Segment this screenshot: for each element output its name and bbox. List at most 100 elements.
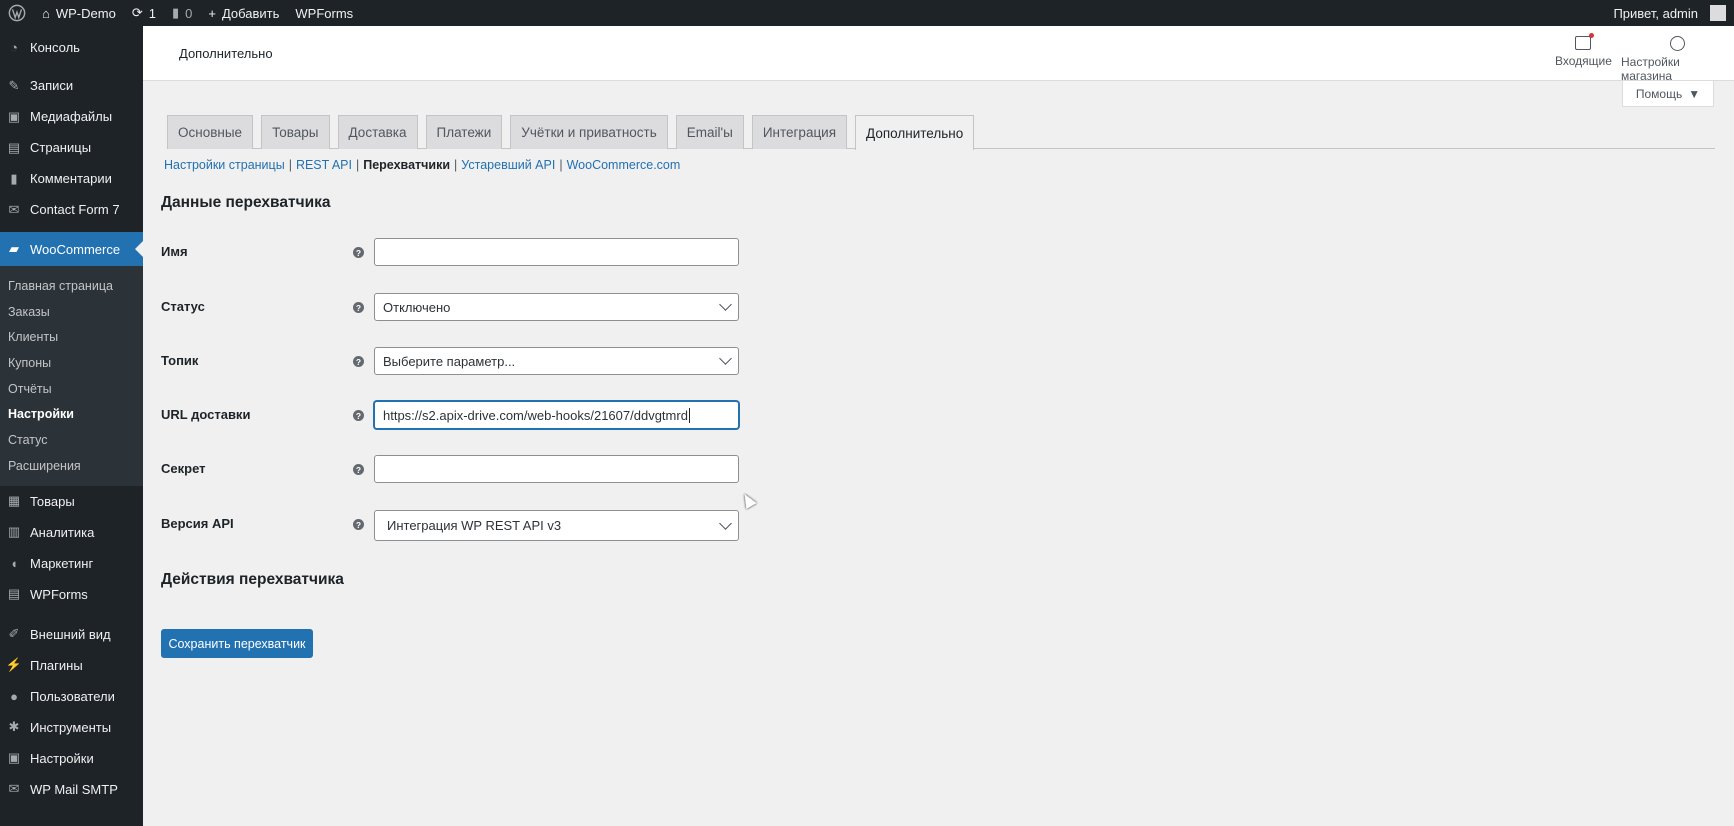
menu-item-settings[interactable]: ▣ Настройки bbox=[0, 743, 143, 774]
menu-item-analytics[interactable]: ▥ Аналитика bbox=[0, 517, 143, 548]
name-input[interactable] bbox=[374, 238, 739, 266]
actions-title: Действия перехватчика bbox=[161, 571, 344, 588]
link-page-settings[interactable]: Настройки страницы bbox=[164, 158, 285, 172]
menu-item-media[interactable]: ▣ Медиафайлы bbox=[0, 101, 143, 132]
section-title: Данные перехватчика bbox=[161, 194, 331, 211]
submenu-settings[interactable]: Настройки bbox=[0, 401, 143, 427]
menu-item-dashboard[interactable]: ◔ Консоль bbox=[0, 32, 143, 63]
settings-tabs: Основные Товары Доставка Платежи Учётки … bbox=[167, 115, 1715, 150]
link-webhooks[interactable]: Перехватчики bbox=[363, 158, 450, 172]
analytics-icon: ▥ bbox=[7, 524, 21, 539]
menu-item-tools[interactable]: ✱ Инструменты bbox=[0, 712, 143, 743]
tab-products[interactable]: Товары bbox=[261, 115, 330, 149]
menu-label: Contact Form 7 bbox=[30, 202, 120, 217]
help-tip-icon[interactable]: ? bbox=[353, 247, 364, 258]
updates-link[interactable]: ⟳ 1 bbox=[124, 0, 164, 26]
api-version-select[interactable]: Интеграция WP REST API v3 bbox=[374, 510, 739, 541]
tab-emails[interactable]: Email'ы bbox=[675, 115, 744, 149]
menu-item-wp-mail-smtp[interactable]: ✉ WP Mail SMTP bbox=[0, 774, 143, 805]
menu-label: Пользователи bbox=[30, 688, 115, 704]
wordpress-logo-icon[interactable] bbox=[0, 0, 34, 26]
inbox-button[interactable]: Входящие bbox=[1555, 33, 1612, 68]
comments-count: 0 bbox=[185, 5, 193, 21]
submenu-coupons[interactable]: Купоны bbox=[0, 350, 143, 376]
status-select[interactable]: Отключено bbox=[374, 293, 739, 321]
menu-item-pages[interactable]: ▤ Страницы bbox=[0, 132, 143, 163]
admin-bar: ⌂ WP-Demo ⟳ 1 ▮ 0 + Добавить WPForms При… bbox=[0, 0, 1734, 26]
delivery-url-input[interactable]: https://s2.apix-drive.com/web-hooks/2160… bbox=[374, 401, 739, 429]
notification-dot bbox=[1589, 33, 1595, 38]
page-title: Дополнительно bbox=[179, 46, 273, 61]
submenu-reports[interactable]: Отчёты bbox=[0, 376, 143, 402]
submenu-home[interactable]: Главная страница bbox=[0, 273, 143, 299]
topic-selected-value: Выберите параметр... bbox=[383, 353, 516, 369]
dashboard-icon: ◔ bbox=[10, 40, 18, 55]
menu-label: Консоль bbox=[30, 40, 80, 55]
greeting: Привет, admin bbox=[1613, 5, 1698, 21]
menu-item-marketing[interactable]: ◖ Маркетинг bbox=[0, 548, 143, 579]
submenu-orders[interactable]: Заказы bbox=[0, 299, 143, 325]
add-new-link[interactable]: + Добавить bbox=[200, 0, 287, 26]
help-tip-icon[interactable]: ? bbox=[353, 519, 364, 530]
refresh-icon: ⟳ bbox=[131, 5, 143, 20]
menu-item-users[interactable]: ● Пользователи bbox=[0, 681, 143, 712]
status-selected-value: Отключено bbox=[383, 299, 451, 315]
menu-item-wpforms[interactable]: ▤ WPForms bbox=[0, 579, 143, 610]
tab-shipping[interactable]: Доставка bbox=[337, 115, 418, 149]
tab-payments[interactable]: Платежи bbox=[425, 115, 503, 149]
help-tip-icon[interactable]: ? bbox=[353, 356, 364, 367]
menu-item-products[interactable]: ▦ Товары bbox=[0, 486, 143, 517]
mouse-cursor-icon bbox=[739, 490, 757, 510]
tab-general[interactable]: Основные bbox=[167, 115, 254, 149]
store-settings-label: Настройки магазина bbox=[1621, 55, 1680, 83]
media-icon: ▣ bbox=[7, 108, 21, 124]
home-icon: ⌂ bbox=[42, 5, 50, 21]
help-tip-icon[interactable]: ? bbox=[353, 302, 364, 313]
comments-link[interactable]: ▮ 0 bbox=[164, 0, 200, 26]
save-webhook-button[interactable]: Сохранить перехватчик bbox=[161, 629, 313, 658]
menu-label: Товары bbox=[30, 493, 75, 509]
products-icon: ▦ bbox=[7, 493, 21, 508]
menu-item-comments[interactable]: ▮ Комментарии bbox=[0, 163, 143, 194]
link-woocommerce-com[interactable]: WooCommerce.com bbox=[567, 158, 681, 172]
store-settings-button[interactable]: Настройки магазина bbox=[1621, 36, 1734, 83]
link-rest-api[interactable]: REST API bbox=[296, 158, 352, 172]
submenu-customers[interactable]: Клиенты bbox=[0, 324, 143, 350]
tab-advanced[interactable]: Дополнительно bbox=[855, 115, 975, 150]
inbox-icon bbox=[1575, 33, 1595, 50]
menu-label: Настройки bbox=[30, 750, 94, 766]
tab-accounts-privacy[interactable]: Учётки и приватность bbox=[510, 115, 668, 149]
api-version-selected-value: Интеграция WP REST API v3 bbox=[387, 518, 562, 533]
avatar bbox=[1710, 5, 1726, 21]
wpforms-link[interactable]: WPForms bbox=[287, 0, 361, 26]
topic-select[interactable]: Выберите параметр... bbox=[374, 347, 739, 375]
site-name-link[interactable]: ⌂ WP-Demo bbox=[34, 0, 124, 26]
menu-item-contact-form[interactable]: ✉ Contact Form 7 bbox=[0, 194, 143, 225]
woocommerce-submenu: Главная страница Заказы Клиенты Купоны О… bbox=[0, 266, 143, 486]
help-tip-icon[interactable]: ? bbox=[353, 410, 364, 421]
megaphone-icon: ◖ bbox=[10, 555, 18, 571]
help-tip-icon[interactable]: ? bbox=[353, 464, 364, 475]
submenu-status[interactable]: Статус bbox=[0, 427, 143, 453]
pin-icon: ✎ bbox=[8, 77, 20, 93]
menu-label: Внешний вид bbox=[30, 626, 111, 642]
topic-label: Топик bbox=[161, 353, 199, 368]
secret-input[interactable] bbox=[374, 455, 739, 483]
submenu-extensions[interactable]: Расширения bbox=[0, 453, 143, 479]
users-icon: ● bbox=[10, 688, 18, 704]
menu-item-appearance[interactable]: ✐ Внешний вид bbox=[0, 619, 143, 650]
updates-count: 1 bbox=[148, 5, 156, 21]
menu-item-posts[interactable]: ✎ Записи bbox=[0, 70, 143, 101]
menu-item-plugins[interactable]: ⚡ Плагины bbox=[0, 650, 143, 681]
help-button[interactable]: Помощь ▼ bbox=[1622, 81, 1714, 107]
menu-item-woocommerce[interactable]: ▰ WooCommerce bbox=[0, 232, 143, 266]
mail-icon: ✉ bbox=[8, 201, 20, 217]
caret-down-icon: ▼ bbox=[1688, 86, 1701, 101]
menu-label: Комментарии bbox=[30, 171, 112, 186]
menu-label: Инструменты bbox=[30, 719, 112, 735]
status-label: Статус bbox=[161, 299, 205, 314]
link-legacy-api[interactable]: Устаревший API bbox=[461, 158, 555, 172]
account-menu[interactable]: Привет, admin bbox=[1605, 0, 1734, 26]
tab-integration[interactable]: Интеграция bbox=[751, 115, 848, 149]
menu-label: WPForms bbox=[30, 586, 88, 602]
